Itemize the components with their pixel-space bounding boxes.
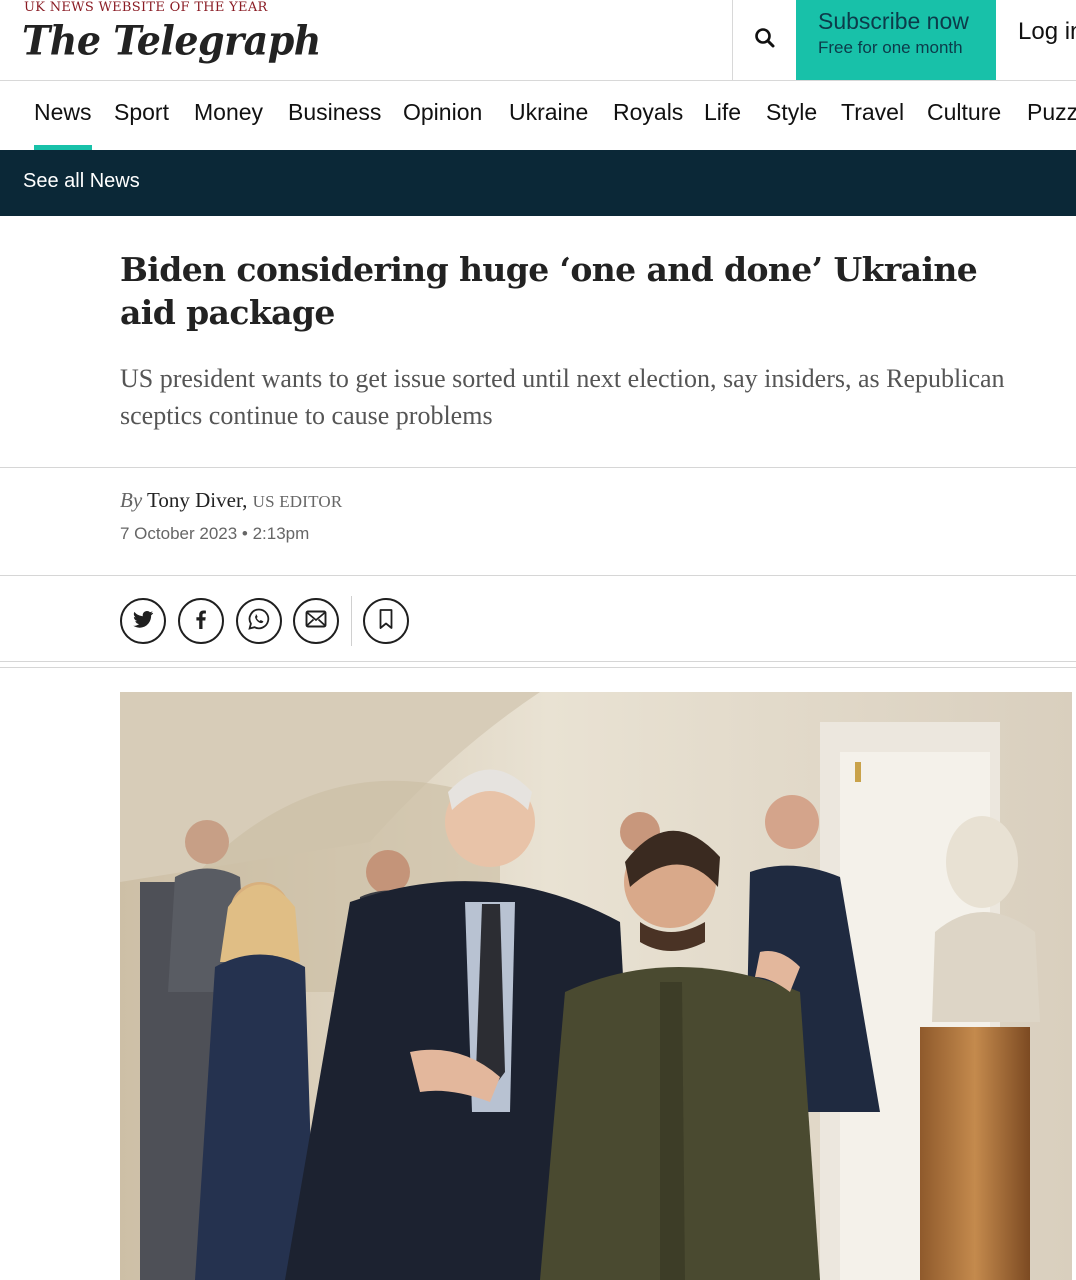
subscribe-label: Subscribe now — [818, 8, 969, 34]
author-name[interactable]: Tony Diver, — [147, 488, 247, 512]
bookmark-icon — [374, 607, 398, 635]
email-icon — [304, 607, 328, 635]
nav-item-life[interactable]: Life — [704, 99, 741, 126]
byline: By Tony Diver, US EDITOR — [120, 488, 342, 513]
nav-item-style[interactable]: Style — [766, 99, 817, 126]
telegraph-logo[interactable]: The Telegraph — [22, 17, 321, 64]
share-whatsapp-button[interactable] — [236, 598, 282, 644]
share-facebook-button[interactable] — [178, 598, 224, 644]
twitter-icon — [131, 607, 155, 635]
share-email-button[interactable] — [293, 598, 339, 644]
article-headline: Biden considering huge ‘one and done’ Uk… — [120, 250, 978, 332]
divider — [0, 667, 1076, 668]
nav-item-money[interactable]: Money — [194, 99, 263, 126]
share-divider — [351, 596, 352, 646]
divider — [0, 467, 1076, 468]
nav-item-opinion[interactable]: Opinion — [403, 99, 482, 126]
divider — [0, 661, 1076, 662]
whatsapp-icon — [247, 607, 271, 635]
nav-item-royals[interactable]: Royals — [613, 99, 683, 126]
main-nav: News Sport Money Business Opinion Ukrain… — [0, 82, 1076, 150]
article-photo[interactable] — [120, 692, 1072, 1280]
search-icon — [754, 27, 776, 53]
see-all-news-link[interactable]: See all News — [23, 170, 140, 193]
publish-date: 7 October 2023 • 2:13pm — [120, 524, 310, 543]
section-bar: See all News — [0, 150, 1076, 216]
share-twitter-button[interactable] — [120, 598, 166, 644]
divider — [0, 575, 1076, 576]
byline-prefix: By — [120, 488, 143, 512]
nav-item-puzzles[interactable]: Puzzles — [1027, 99, 1076, 126]
author-role: US EDITOR — [252, 492, 343, 511]
nav-item-ukraine[interactable]: Ukraine — [509, 99, 588, 126]
login-link[interactable]: Log in — [1018, 18, 1076, 46]
bookmark-button[interactable] — [363, 598, 409, 644]
nav-item-news[interactable]: News — [34, 99, 92, 126]
nav-item-business[interactable]: Business — [288, 99, 381, 126]
nav-item-culture[interactable]: Culture — [927, 99, 1001, 126]
subscribe-sub-label: Free for one month — [818, 38, 963, 57]
subscribe-button[interactable]: Subscribe now Free for one month — [796, 0, 996, 80]
tagline: UK NEWS WEBSITE OF THE YEAR — [24, 0, 268, 15]
facebook-icon — [189, 607, 213, 635]
nav-item-sport[interactable]: Sport — [114, 99, 169, 126]
search-button[interactable] — [732, 0, 796, 80]
article-standfirst: US president wants to get issue sorted u… — [120, 364, 1005, 430]
masthead: UK NEWS WEBSITE OF THE YEAR The Telegrap… — [0, 0, 1076, 81]
photo-illustration — [120, 692, 1072, 1280]
nav-item-travel[interactable]: Travel — [841, 99, 904, 126]
